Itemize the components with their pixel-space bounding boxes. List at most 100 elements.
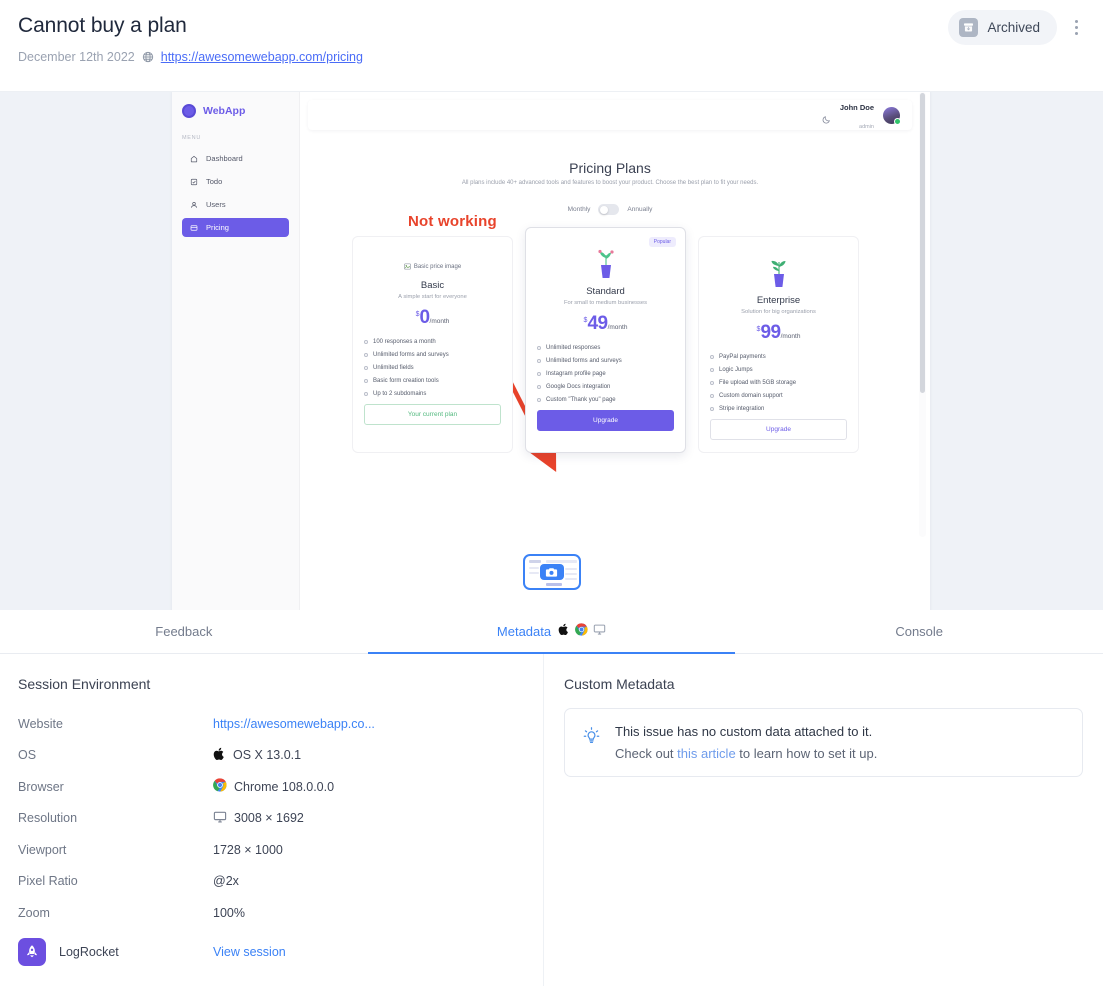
status-badge-archived[interactable]: Archived [948,10,1057,45]
plan-feature: Basic form creation tools [364,378,501,384]
plan-feature-label: Basic form creation tools [373,378,439,384]
more-vertical-icon[interactable] [1063,11,1089,45]
custom-metadata-section: Custom Metadata This issue has no custom… [544,654,1103,986]
tab-platform-icons [558,623,606,639]
screenshot-preview-area: WebApp MENU Dashboard Todo Users Pricing… [0,92,1103,610]
plan-cta-upgrade[interactable]: Upgrade [710,419,847,440]
row-key: Browser [18,779,64,794]
plan-feature-label: Custom domain support [719,393,783,399]
screenshot-thumbnail[interactable] [522,554,581,590]
sidebar-item-dashboard[interactable]: Dashboard [182,149,289,168]
tab-feedback[interactable]: Feedback [0,610,368,654]
issue-url-link[interactable]: https://awesomewebapp.com/pricing [161,50,363,64]
plan-feature-label: Logic Jumps [719,367,753,373]
table-row: Pixel Ratio @2x [18,866,525,898]
plan-amount: 49 [587,313,608,334]
monitor-icon [593,623,606,639]
pricing-card-enterprise: Enterprise Solution for big organization… [698,236,859,453]
cm-text-after: to learn how to set it up. [735,746,878,761]
sidebar-item-label: Pricing [206,223,229,232]
screenshot-scrollbar[interactable] [919,92,926,537]
logrocket-brand: LogRocket [18,937,213,966]
plan-desc: A simple start for everyone [398,294,467,300]
plan-feature: Custom domain support [710,393,847,399]
row-value: OS X 13.0.1 [213,747,301,764]
embedded-user-role: admin [859,124,874,130]
plan-period: /month [429,318,450,325]
pricing-card-standard: Popular Standard For small to medium bus… [525,227,686,453]
custom-metadata-line2: Check out this article to learn how to s… [615,746,877,761]
broken-image-alt: Basic price image [413,263,462,270]
row-value: Chrome 108.0.0.0 [213,778,334,795]
embedded-app-sidebar: WebApp MENU Dashboard Todo Users Pricing [172,92,300,610]
sidebar-item-todo[interactable]: Todo [182,172,289,191]
sidebar-item-label: Todo [206,177,223,186]
plan-feature: Stripe integration [710,406,847,412]
plan-period: /month [607,324,628,331]
embedded-user-name: John Doe [839,103,874,113]
plan-amount: 99 [760,322,781,343]
tab-console[interactable]: Console [735,610,1103,654]
plant-illustration-icon [597,249,614,278]
plan-cta-current[interactable]: Your current plan [364,404,501,425]
logrocket-label: LogRocket [59,944,119,959]
custom-metadata-line1: This issue has no custom data attached t… [615,724,873,739]
this-article-link[interactable]: this article [677,746,736,761]
row-key: Resolution [18,811,78,826]
sidebar-menu-label: MENU [182,135,201,141]
plan-price: $49/month [537,313,674,335]
plan-feature: 100 responses a month [364,339,501,345]
plan-feature: PayPal payments [710,354,847,360]
screenshot-image[interactable]: WebApp MENU Dashboard Todo Users Pricing… [172,92,930,610]
pricing-subtitle: All plans include 40+ advanced tools and… [461,180,759,186]
header-actions: Archived [948,10,1089,45]
session-environment-section: Session Environment Website https://awes… [0,654,544,986]
detail-tabs: Feedback Metadata Console [0,610,1103,654]
user-icon [190,201,198,209]
moon-icon[interactable] [822,111,831,123]
toggle-label-annually: Annually [627,206,653,213]
row-key: Zoom [18,905,50,920]
issue-date: December 12th 2022 [18,50,135,64]
plan-cta-upgrade[interactable]: Upgrade [537,410,674,431]
row-value: 3008 × 1692 [213,810,304,827]
row-key: OS [18,748,37,763]
lightbulb-icon [582,726,601,761]
embedded-sidebar-nav: Dashboard Todo Users Pricing [182,149,289,237]
row-value-text: 3008 × 1692 [234,811,304,826]
billing-period-toggle[interactable]: Monthly Annually [308,204,912,215]
section-title: Session Environment [18,676,151,692]
avatar [883,106,901,125]
plan-feature-label: Stripe integration [719,406,765,412]
plan-amount: 0 [419,307,430,328]
plan-name: Basic [420,280,445,291]
plan-price: $0/month [364,307,501,329]
plan-feature-label: Unlimited fields [373,365,414,371]
issue-header: Cannot buy a plan December 12th 2022 htt… [0,0,1103,92]
page-title: Cannot buy a plan [18,14,187,37]
sidebar-item-users[interactable]: Users [182,195,289,214]
billing-switch[interactable] [598,204,620,215]
plan-desc: Solution for big organizations [741,309,816,315]
row-key: Pixel Ratio [18,874,78,889]
plan-feature-label: Up to 2 subdomains [373,391,427,397]
row-value-website-link[interactable]: https://awesomewebapp.co... [213,717,375,731]
logrocket-row: LogRocket View session [18,929,525,975]
plan-name: Enterprise [756,295,801,306]
plan-feature: Unlimited forms and surveys [537,358,674,364]
row-value-text: @2x [213,874,239,889]
sidebar-item-pricing[interactable]: Pricing [182,218,289,237]
webapp-logo-text: WebApp [203,105,246,117]
plan-feature-label: Google Docs integration [546,384,611,390]
view-session-link[interactable]: View session [213,945,286,959]
pricing-title: Pricing Plans [569,160,651,176]
toggle-label-monthly: Monthly [567,206,591,213]
table-row: OS OS X 13.0.1 [18,740,525,772]
cm-text-before: Check out [615,746,678,761]
plan-period: /month [780,333,801,340]
apple-icon [558,623,570,639]
tab-metadata[interactable]: Metadata [367,610,736,654]
plan-feature: Unlimited fields [364,365,501,371]
tab-label: Console [895,623,944,639]
plan-feature: Unlimited responses [537,345,674,351]
